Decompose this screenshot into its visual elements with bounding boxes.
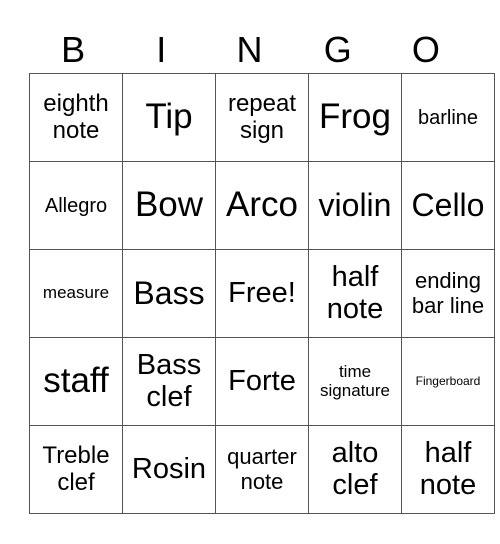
bingo-cell[interactable]: half note: [401, 425, 495, 514]
bingo-row: staff Bass clef Forte time signature Fin…: [29, 337, 495, 426]
bingo-cell[interactable]: repeat sign: [215, 73, 309, 162]
header-letter-n: N: [236, 29, 263, 70]
bingo-cell[interactable]: Rosin: [122, 425, 216, 514]
bingo-header: B I N G O: [29, 28, 470, 72]
bingo-cell[interactable]: eighth note: [29, 73, 123, 162]
bingo-cell[interactable]: quarter note: [215, 425, 309, 514]
bingo-row: Allegro Bow Arco violin Cello: [29, 161, 495, 250]
bingo-cell[interactable]: half note: [308, 249, 402, 338]
bingo-cell[interactable]: Tip: [122, 73, 216, 162]
bingo-cell[interactable]: Bass clef: [122, 337, 216, 426]
bingo-cell[interactable]: violin: [308, 161, 402, 250]
bingo-row: eighth note Tip repeat sign Frog barline: [29, 73, 495, 162]
bingo-cell[interactable]: Allegro: [29, 161, 123, 250]
bingo-cell[interactable]: Arco: [215, 161, 309, 250]
bingo-cell[interactable]: Bow: [122, 161, 216, 250]
bingo-cell[interactable]: staff: [29, 337, 123, 426]
bingo-cell[interactable]: Forte: [215, 337, 309, 426]
bingo-cell[interactable]: measure: [29, 249, 123, 338]
bingo-cell[interactable]: Treble clef: [29, 425, 123, 514]
bingo-cell[interactable]: barline: [401, 73, 495, 162]
bingo-cell[interactable]: Frog: [308, 73, 402, 162]
bingo-cell[interactable]: time signature: [308, 337, 402, 426]
header-letter-b: B: [61, 29, 86, 70]
header-letter-i: I: [156, 29, 167, 70]
bingo-cell[interactable]: alto clef: [308, 425, 402, 514]
bingo-cell[interactable]: Bass: [122, 249, 216, 338]
free-space-cell[interactable]: Free!: [215, 249, 309, 338]
bingo-row: measure Bass Free! half note ending bar …: [29, 249, 495, 338]
bingo-cell[interactable]: ending bar line: [401, 249, 495, 338]
header-letter-g: G: [323, 29, 352, 70]
header-letter-o: O: [411, 29, 440, 70]
bingo-cell[interactable]: Fingerboard: [401, 337, 495, 426]
bingo-card: eighth note Tip repeat sign Frog barline…: [29, 73, 495, 514]
bingo-row: Treble clef Rosin quarter note alto clef…: [29, 425, 495, 514]
bingo-cell[interactable]: Cello: [401, 161, 495, 250]
